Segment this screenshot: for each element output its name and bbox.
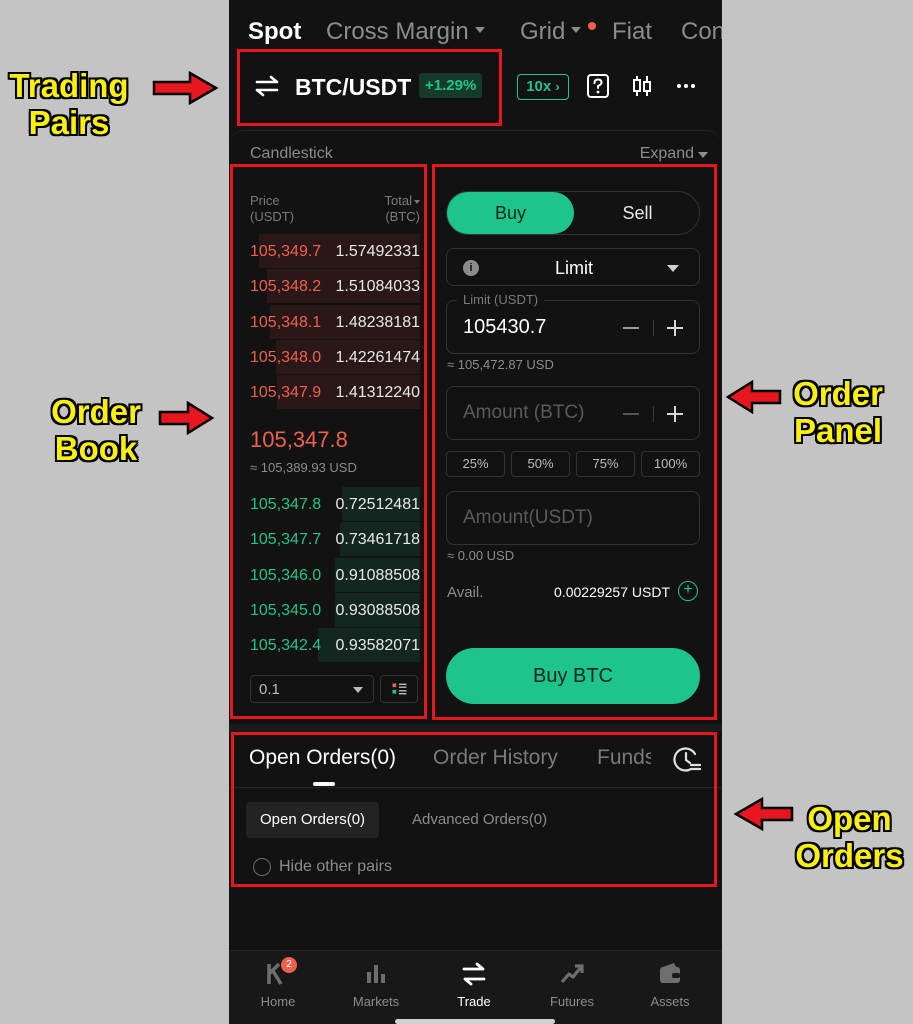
- order-panel-highlight: [432, 164, 717, 720]
- arrow-left-icon: [733, 796, 794, 832]
- leverage-button[interactable]: 10x ›: [517, 74, 569, 100]
- bottom-nav: 2 Home Markets Trade Futures Assets: [229, 950, 722, 1024]
- arrow-right-icon: [158, 400, 215, 436]
- trading-pairs-highlight: [237, 49, 502, 126]
- chevron-down-icon: [474, 26, 485, 33]
- tab-grid[interactable]: Grid: [520, 18, 582, 46]
- home-indicator: [395, 1019, 555, 1024]
- nav-markets[interactable]: Markets: [327, 951, 425, 1024]
- more-icon[interactable]: [672, 72, 700, 100]
- notification-dot: [588, 22, 596, 30]
- order-book-annotation: Order Book: [51, 393, 141, 467]
- arrow-right-icon: [152, 70, 219, 106]
- order-book-highlight: [230, 164, 427, 719]
- trading-pairs-annotation: Trading Pairs: [9, 67, 129, 141]
- tab-convert[interactable]: Con: [681, 18, 722, 46]
- leverage-label: 10x: [526, 78, 552, 95]
- trade-icon: [462, 962, 486, 986]
- futures-icon: [560, 964, 584, 984]
- assets-icon: [660, 963, 680, 983]
- chart-candle-icon[interactable]: [628, 72, 656, 100]
- chevron-down-icon: [698, 152, 708, 158]
- tab-cross-margin[interactable]: Cross Margin: [326, 18, 485, 46]
- tab-cross-margin-label: Cross Margin: [326, 18, 469, 45]
- market-type-tabs: Spot Cross Margin Grid Fiat Con: [229, 18, 722, 52]
- chevron-right-icon: ›: [555, 79, 560, 94]
- help-icon[interactable]: [584, 72, 612, 100]
- order-panel-annotation: Order Panel: [793, 375, 883, 449]
- markets-icon: [367, 965, 385, 983]
- expand-button[interactable]: Expand: [640, 145, 694, 163]
- section-divider: [229, 724, 722, 732]
- candlestick-label: Candlestick: [250, 145, 333, 162]
- open-orders-highlight: [231, 732, 717, 887]
- home-badge: 2: [281, 957, 297, 973]
- tab-grid-label: Grid: [520, 18, 566, 45]
- open-orders-annotation: Open Orders: [795, 800, 904, 874]
- arrow-left-icon: [725, 379, 782, 415]
- nav-markets-label: Markets: [352, 994, 400, 1009]
- nav-futures-label: Futures: [549, 994, 595, 1009]
- nav-trade-label: Trade: [457, 994, 491, 1009]
- nav-futures[interactable]: Futures: [523, 951, 621, 1024]
- tab-spot[interactable]: Spot: [248, 18, 301, 46]
- nav-home[interactable]: 2 Home: [229, 951, 327, 1024]
- tab-fiat[interactable]: Fiat: [612, 18, 652, 46]
- chevron-down-icon: [571, 26, 582, 33]
- nav-trade[interactable]: Trade: [425, 951, 523, 1024]
- nav-assets[interactable]: Assets: [621, 951, 719, 1024]
- nav-assets-label: Assets: [650, 994, 690, 1009]
- nav-home-label: Home: [260, 994, 296, 1009]
